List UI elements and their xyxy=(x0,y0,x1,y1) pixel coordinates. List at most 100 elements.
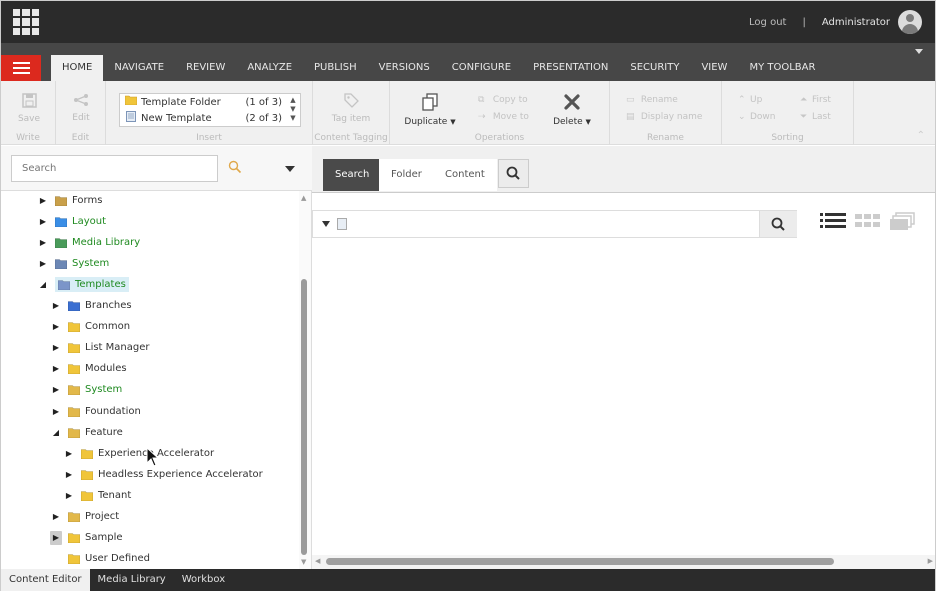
insert-new-template[interactable]: New Template (2 of 3) xyxy=(124,111,282,127)
search-dropdown-caret-icon[interactable] xyxy=(285,166,295,172)
tree-node[interactable]: ▶ Modules xyxy=(50,360,127,378)
tree-node[interactable]: ▶ Sample xyxy=(50,529,123,547)
tree-node[interactable]: ▶ Branches xyxy=(50,297,132,315)
collapsed-arrow-icon[interactable]: ▶ xyxy=(63,491,75,500)
sort-first-button[interactable]: ⏶ First xyxy=(800,95,831,105)
collapsed-arrow-icon[interactable]: ▶ xyxy=(50,343,62,352)
sort-last-button[interactable]: ⏷ Last xyxy=(800,112,831,122)
tree-node[interactable]: ▶ System xyxy=(50,381,122,399)
bottom-tab-media-library[interactable]: Media Library xyxy=(90,569,174,591)
collapsed-arrow-icon[interactable]: ▶ xyxy=(50,322,62,331)
hamburger-menu-icon[interactable] xyxy=(1,55,41,81)
tab-view[interactable]: VIEW xyxy=(690,55,738,81)
tag-item-button[interactable]: Tag item xyxy=(328,93,374,124)
tree-node[interactable]: ▶ Foundation xyxy=(50,402,141,420)
app-launcher-icon[interactable] xyxy=(13,9,39,35)
tab-content[interactable]: Content xyxy=(433,159,497,191)
tab-my-toolbar[interactable]: MY TOOLBAR xyxy=(738,55,826,81)
insert-item-label: New Template xyxy=(141,113,212,124)
collapsed-arrow-icon[interactable]: ▶ xyxy=(50,407,62,416)
insert-template-folder[interactable]: Template Folder (1 of 3) xyxy=(124,95,282,111)
search-query-bar[interactable] xyxy=(312,210,797,238)
tab-folder[interactable]: Folder xyxy=(379,159,434,191)
expanded-arrow-icon[interactable]: ◢ xyxy=(50,428,62,437)
collapsed-arrow-icon[interactable]: ▶ xyxy=(63,470,75,479)
tree-node[interactable]: ▶ Common xyxy=(50,318,130,336)
rename-button[interactable]: ▭ Rename xyxy=(626,95,678,105)
tree-scrollbar[interactable]: ▲ ▼ xyxy=(299,191,311,569)
collapsed-arrow-icon[interactable]: ▶ xyxy=(37,217,49,226)
edit-button[interactable]: Edit xyxy=(63,93,99,123)
tree-node[interactable]: User Defined xyxy=(50,550,150,568)
scroll-right-icon[interactable]: ▶ xyxy=(928,557,933,565)
collapsed-arrow-icon[interactable]: ▶ xyxy=(37,196,49,205)
sort-up-button[interactable]: ⌃ Up xyxy=(738,95,762,105)
tree-search-input[interactable] xyxy=(11,155,218,182)
folder-icon xyxy=(67,511,81,523)
tab-home[interactable]: HOME xyxy=(51,55,104,81)
tree-node[interactable]: ▶ System xyxy=(37,254,109,272)
tree-node[interactable]: ▶ Forms xyxy=(37,191,102,209)
tree-node[interactable]: ◢ Templates xyxy=(37,275,129,293)
save-button[interactable]: Save xyxy=(11,93,47,124)
copy-to-button[interactable]: ⧉ Copy to xyxy=(478,95,528,105)
collapsed-arrow-icon[interactable]: ▶ xyxy=(50,364,62,373)
avatar-icon[interactable] xyxy=(898,10,922,34)
horizontal-scrollbar[interactable]: ◀ ▶ xyxy=(312,555,935,569)
collapsed-arrow-icon[interactable]: ▶ xyxy=(63,449,75,458)
folder-icon xyxy=(67,342,81,354)
tree-node[interactable]: ▶ List Manager xyxy=(50,339,150,357)
delete-label: Delete xyxy=(553,117,583,127)
tree-node[interactable]: ▶ Experience Accelerator xyxy=(63,444,214,462)
tab-navigate[interactable]: NAVIGATE xyxy=(103,55,175,81)
tree-node[interactable]: ▶ Tenant xyxy=(63,486,131,504)
tree-node[interactable]: ▶ Layout xyxy=(37,212,106,230)
tree-node[interactable]: ▶ Headless Experience Accelerator xyxy=(63,465,263,483)
tree-node-label: Common xyxy=(85,321,131,333)
bottom-tab-workbox[interactable]: Workbox xyxy=(174,569,233,591)
bottom-tab-content-editor[interactable]: Content Editor xyxy=(1,569,90,591)
search-tab-button[interactable] xyxy=(498,159,529,188)
collapsed-arrow-icon[interactable]: ▶ xyxy=(37,238,49,247)
ribbon-collapse-caret-icon[interactable] xyxy=(915,49,923,54)
ribbon-collapse-icon[interactable]: ⌃ xyxy=(917,130,925,141)
duplicate-button[interactable]: Duplicate ▼ xyxy=(402,93,458,127)
gallery-scroll-arrows[interactable]: ▲ ▼ ▼ xyxy=(288,96,298,126)
tree-scroll-thumb[interactable] xyxy=(301,279,307,555)
tab-publish[interactable]: PUBLISH xyxy=(303,55,368,81)
display-name-label: Display name xyxy=(640,112,703,122)
scroll-left-icon[interactable]: ◀ xyxy=(315,557,320,565)
tree-node[interactable]: ▶ Media Library xyxy=(37,233,140,251)
search-go-button[interactable] xyxy=(759,211,797,237)
collapsed-arrow-icon[interactable]: ▶ xyxy=(50,301,62,310)
collapsed-arrow-icon[interactable]: ▶ xyxy=(37,259,49,268)
stack-view-icon[interactable] xyxy=(890,212,916,233)
expanded-arrow-icon[interactable]: ◢ xyxy=(37,280,49,289)
rename-label: Rename xyxy=(640,95,678,105)
grid-view-icon[interactable] xyxy=(855,212,881,233)
scroll-down-icon[interactable]: ▼ xyxy=(301,558,306,566)
move-to-button[interactable]: ⇢ Move to xyxy=(478,112,529,122)
filter-dropdown-caret-icon[interactable] xyxy=(322,221,330,227)
horizontal-scroll-thumb[interactable] xyxy=(326,558,834,565)
collapsed-arrow-icon[interactable]: ▶ xyxy=(50,385,62,394)
collapsed-arrow-icon[interactable]: ▶ xyxy=(50,512,62,521)
sort-down-button[interactable]: ⌄ Down xyxy=(738,112,776,122)
scroll-up-icon[interactable]: ▲ xyxy=(301,194,306,202)
logout-link[interactable]: Log out xyxy=(749,17,786,28)
tab-configure[interactable]: CONFIGURE xyxy=(441,55,522,81)
search-icon[interactable] xyxy=(228,160,242,174)
list-view-icon[interactable] xyxy=(820,212,846,233)
tab-security[interactable]: SECURITY xyxy=(619,55,690,81)
delete-button[interactable]: Delete ▼ xyxy=(548,93,596,127)
tree-node[interactable]: ▶ Project xyxy=(50,508,119,526)
tab-presentation[interactable]: PRESENTATION xyxy=(522,55,619,81)
tab-analyze[interactable]: ANALYZE xyxy=(236,55,303,81)
display-name-button[interactable]: ▤ Display name xyxy=(626,112,702,122)
tab-search[interactable]: Search xyxy=(323,159,382,191)
username[interactable]: Administrator xyxy=(822,17,890,28)
collapsed-arrow-icon[interactable]: ▶ xyxy=(50,530,62,545)
tree-node[interactable]: ◢ Feature xyxy=(50,423,123,441)
tab-review[interactable]: REVIEW xyxy=(175,55,236,81)
tab-versions[interactable]: VERSIONS xyxy=(368,55,441,81)
